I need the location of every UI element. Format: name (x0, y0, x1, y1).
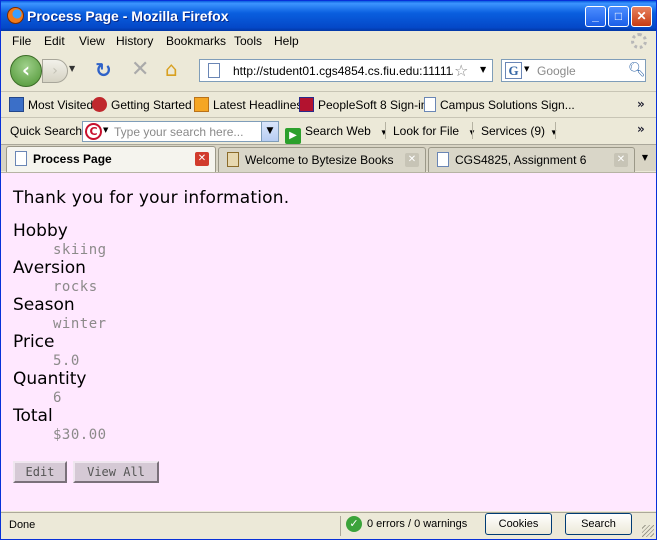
field-value-season: winter (53, 316, 107, 332)
history-dropdown-icon[interactable]: ▼ (69, 64, 75, 73)
maximize-button[interactable]: □ (608, 6, 629, 27)
search-engine-icon[interactable]: C (85, 123, 102, 140)
page-icon (208, 63, 220, 78)
field-label-total: Total (13, 406, 53, 426)
quick-search-dropdown-icon[interactable]: ▼ (261, 122, 278, 141)
engine-dropdown-icon[interactable]: ▼ (103, 126, 108, 134)
menu-edit[interactable]: Edit (44, 34, 65, 48)
quick-search-label: Quick Search: (10, 124, 86, 138)
rss-feed-icon (194, 97, 209, 112)
field-value-total: $30.00 (53, 427, 107, 443)
bookmark-latest-headlines[interactable]: Latest Headlines (194, 97, 302, 112)
list-all-tabs-icon[interactable]: ▼ (637, 148, 653, 168)
search-icon[interactable]: 🔍︎ (628, 62, 646, 78)
browser-window: Process Page - Mozilla Firefox _ □ ✕ Fil… (0, 0, 657, 540)
menu-help[interactable]: Help (274, 34, 299, 48)
google-icon[interactable]: G (505, 62, 522, 79)
view-all-button[interactable]: View All (73, 461, 159, 483)
tab-bytesize-books[interactable]: Welcome to Bytesize Books ✕ (218, 147, 426, 172)
quick-search-toolbar: Quick Search: C ▼ Type your search here.… (1, 117, 656, 144)
tab-label: Process Page (33, 152, 112, 166)
page-icon (437, 152, 449, 167)
cookies-button[interactable]: Cookies (485, 513, 552, 535)
bookmark-star-icon[interactable]: ☆ (454, 61, 468, 80)
peoplesoft-icon (299, 97, 314, 112)
search-engine-dropdown-icon[interactable]: ▼ (524, 65, 529, 73)
field-label-quantity: Quantity (13, 369, 87, 389)
field-value-price: 5.0 (53, 353, 80, 369)
firefox-icon (7, 7, 24, 24)
stop-icon[interactable]: ✕ (131, 59, 151, 81)
search-bar[interactable]: G ▼ Google 🔍︎ (501, 59, 646, 82)
tab-cgs4825-assignment[interactable]: CGS4825, Assignment 6 ✕ (428, 147, 635, 172)
close-tab-icon[interactable]: ✕ (405, 153, 419, 167)
bookmarks-overflow-icon[interactable]: » (637, 97, 645, 111)
edit-button[interactable]: Edit (13, 461, 67, 483)
look-for-file-button[interactable]: Look for File▼ (393, 124, 476, 138)
back-button[interactable]: ‹ (10, 55, 42, 87)
search-placeholder[interactable]: Google (537, 64, 576, 78)
bookmark-peoplesoft[interactable]: PeopleSoft 8 Sign-in (299, 97, 427, 112)
page-icon (15, 151, 27, 166)
search-web-button[interactable]: ▶ Search Web ▼ (285, 124, 388, 144)
menu-history[interactable]: History (116, 34, 153, 48)
field-label-aversion: Aversion (13, 258, 86, 278)
services-button[interactable]: Services (9) ▼ (481, 124, 558, 138)
menu-file[interactable]: File (12, 34, 31, 48)
bookmark-getting-started[interactable]: Getting Started (92, 97, 192, 112)
home-icon[interactable]: ⌂ (165, 58, 187, 80)
menu-view[interactable]: View (79, 34, 105, 48)
menu-bookmarks[interactable]: Bookmarks (166, 34, 226, 48)
status-bar: Done (1, 512, 656, 539)
getting-started-icon (92, 97, 107, 112)
toolbar-separator (472, 122, 473, 139)
reload-icon[interactable]: ↻ (95, 59, 115, 81)
field-label-season: Season (13, 295, 75, 315)
close-window-button[interactable]: ✕ (631, 6, 652, 27)
thank-you-message: Thank you for your information. (13, 188, 290, 208)
tab-strip: Process Page ✕ Welcome to Bytesize Books… (1, 144, 656, 173)
quick-search-overflow-icon[interactable]: » (637, 122, 645, 136)
validation-ok-icon[interactable]: ✓ (346, 516, 362, 532)
title-bar: Process Page - Mozilla Firefox _ □ ✕ (1, 1, 656, 31)
play-icon: ▶ (285, 128, 301, 144)
tab-label: CGS4825, Assignment 6 (455, 153, 587, 167)
field-label-price: Price (13, 332, 55, 352)
field-value-aversion: rocks (53, 279, 98, 295)
quick-search-placeholder[interactable]: Type your search here... (114, 125, 243, 139)
menu-tools[interactable]: Tools (234, 34, 262, 48)
info-list: Hobby skiing Aversion rocks Season winte… (13, 222, 107, 444)
page-icon (424, 97, 436, 112)
status-text: Done (9, 519, 36, 531)
window-title: Process Page - Mozilla Firefox (27, 8, 229, 24)
status-separator (340, 516, 341, 536)
quick-search-input[interactable]: C ▼ Type your search here... ▼ (82, 121, 279, 142)
url-bar[interactable]: http://student01.cgs4854.cs.fiu.edu:1111… (199, 59, 493, 82)
url-dropdown-icon[interactable]: ▼ (480, 65, 486, 74)
status-search-button[interactable]: Search (565, 513, 632, 535)
bookmarks-toolbar: Most Visited Getting Started Latest Head… (1, 91, 656, 116)
field-value-quantity: 6 (53, 390, 62, 406)
close-tab-icon[interactable]: ✕ (195, 152, 209, 166)
validation-status[interactable]: 0 errors / 0 warnings (367, 518, 467, 530)
bookmark-campus-solutions[interactable]: Campus Solutions Sign... (424, 97, 575, 112)
tab-label: Welcome to Bytesize Books (245, 153, 394, 167)
bytesize-books-icon (227, 152, 239, 167)
url-text[interactable]: http://student01.cgs4854.cs.fiu.edu:1111… (233, 64, 453, 78)
field-value-hobby: skiing (53, 242, 107, 258)
minimize-button[interactable]: _ (585, 6, 606, 27)
tab-process-page[interactable]: Process Page ✕ (6, 146, 216, 173)
bookmark-most-visited[interactable]: Most Visited (9, 97, 93, 112)
forward-button[interactable]: › (42, 59, 68, 83)
most-visited-icon (9, 97, 24, 112)
resize-grip[interactable] (642, 525, 654, 537)
page-content: Thank you for your information. Hobby sk… (1, 172, 656, 511)
toolbar-separator (555, 122, 556, 139)
toolbar-separator (385, 122, 386, 139)
throbber-icon (631, 33, 647, 49)
close-tab-icon[interactable]: ✕ (614, 153, 628, 167)
menu-bar: File Edit View History Bookmarks Tools H… (1, 31, 656, 51)
field-label-hobby: Hobby (13, 221, 68, 241)
